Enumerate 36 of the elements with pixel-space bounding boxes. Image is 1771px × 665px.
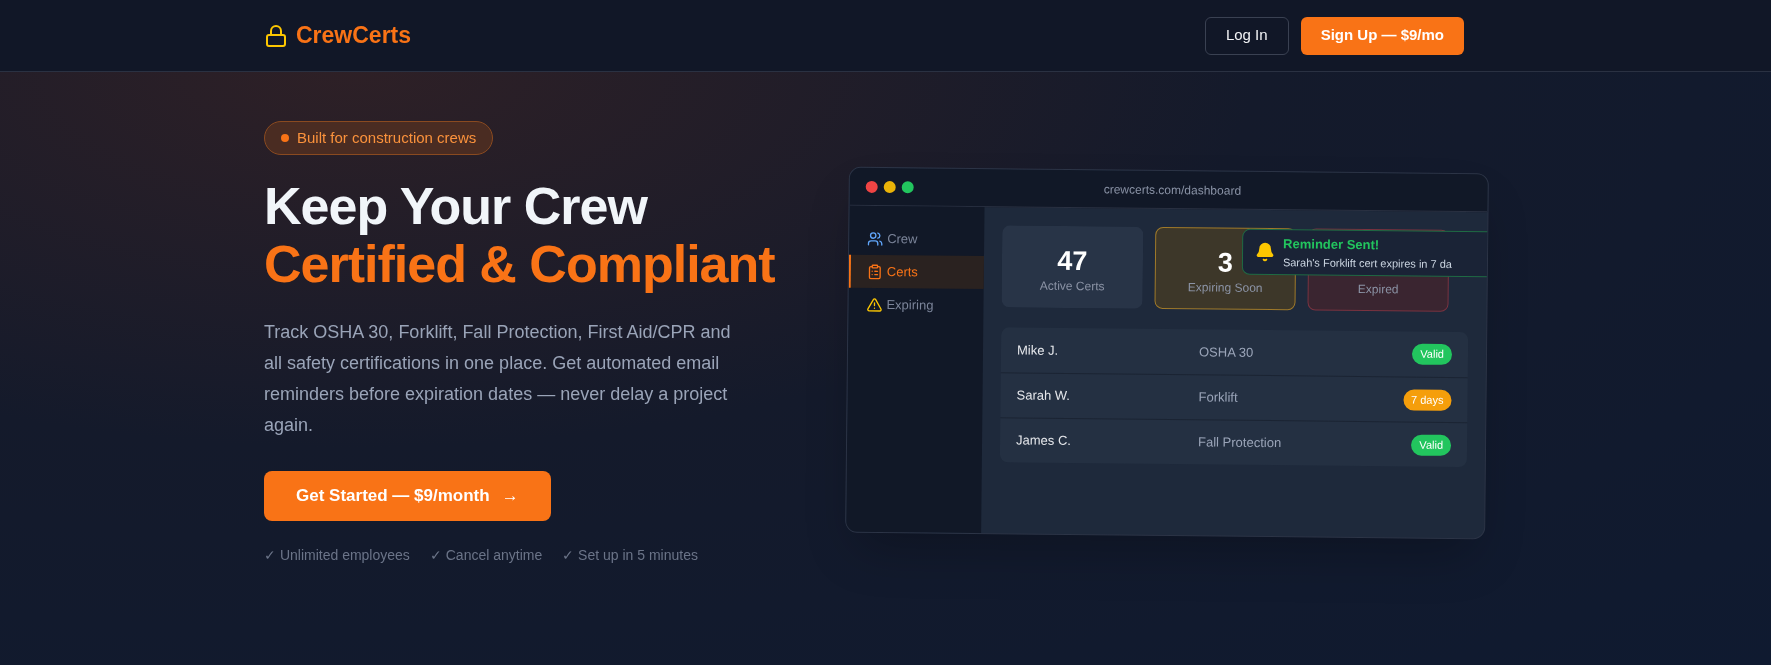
description: Track OSHA 30, Forklift, Fall Protection, First Aid/CPR and all safety certifications in one place. Get automated email reminders before expiration dates — never delay a project again. [264, 321, 732, 437]
toast-title: Reminder Sent! [1283, 235, 1381, 255]
login-button[interactable]: Log In [1204, 16, 1289, 55]
cert-cell-text: Fall Protection [1197, 433, 1283, 453]
clipboard-icon [866, 263, 883, 280]
stat-value: 47 [1057, 244, 1088, 278]
get-started-button[interactable]: Get Started — $9/month → [264, 471, 551, 521]
stat-label: Expiring Soon [1187, 279, 1263, 297]
warning-icon [866, 296, 883, 313]
stat-label: Active Certs [1039, 277, 1105, 296]
name-cell-text: James C. [1015, 431, 1073, 451]
lock-icon [264, 23, 288, 48]
cert-cell-text: OSHA 30 [1198, 343, 1255, 362]
toast-message: Sarah's Forklift cert expires in 7 da [1282, 254, 1453, 272]
perk-text: ✓ Cancel anytime [429, 546, 543, 565]
perk-text: ✓ Set up in 5 minutes [562, 546, 698, 565]
bell-icon [1254, 241, 1276, 263]
logo[interactable]: CrewCerts [296, 18, 412, 53]
name-cell-text: Sarah W. [1016, 386, 1072, 406]
stat-value: 3 [1217, 246, 1234, 279]
name-cell-text: Mike J. [1016, 341, 1060, 360]
sidebar-item[interactable]: Expiring [848, 287, 984, 323]
status-badge: Valid [1411, 434, 1452, 456]
badge-text: Built for construction crews [297, 127, 477, 148]
people-icon [867, 230, 884, 247]
stat-label: Expired [1357, 281, 1399, 299]
headline-accent: Certified & Compliant [264, 235, 776, 293]
perk-text: ✓ Unlimited employees [264, 546, 410, 565]
sidebar-item[interactable]: Crew [849, 221, 985, 257]
sidebar-item[interactable]: Certs [848, 254, 984, 290]
headline: Keep Your Crew [264, 177, 649, 235]
status-badge: 7 days [1403, 389, 1452, 411]
url-text: crewcerts.com/dashboard [1103, 180, 1242, 200]
status-badge: Valid [1412, 343, 1453, 365]
cert-cell-text: Forklift [1198, 388, 1239, 407]
signup-button[interactable]: Sign Up — $9/mo [1300, 16, 1464, 55]
